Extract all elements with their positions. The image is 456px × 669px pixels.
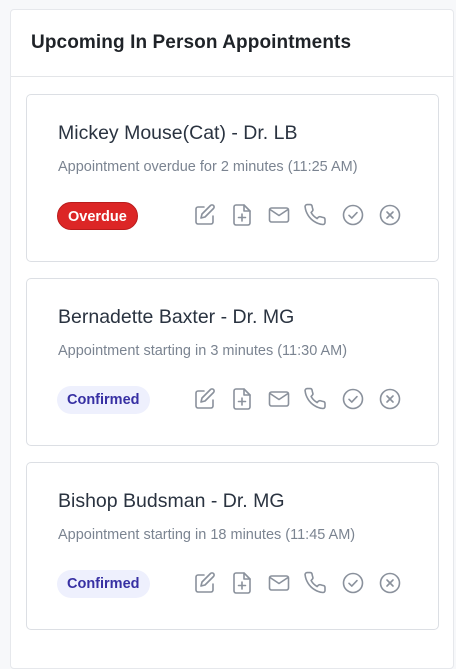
appointment-subtitle: Appointment overdue for 2 minutes (11:25… [58,159,358,175]
cancel-circle-icon[interactable] [378,387,402,411]
mail-icon[interactable] [267,387,291,411]
appointment-card[interactable]: Bernadette Baxter - Dr. MG Appointment s… [26,278,439,446]
appointment-list: Mickey Mouse(Cat) - Dr. LB Appointment o… [26,94,440,646]
appointment-subtitle: Appointment starting in 3 minutes (11:30… [58,343,348,359]
add-document-icon[interactable] [230,387,254,411]
cancel-circle-icon[interactable] [378,203,402,227]
check-circle-icon[interactable] [341,203,365,227]
status-badge: Overdue [57,202,138,230]
edit-icon[interactable] [193,203,217,227]
appointment-subtitle: Appointment starting in 18 minutes (11:4… [58,527,356,543]
appointment-card[interactable]: Bishop Budsman - Dr. MG Appointment star… [26,462,439,630]
edit-icon[interactable] [193,387,217,411]
panel-header: Upcoming In Person Appointments [11,10,453,77]
cancel-circle-icon[interactable] [378,571,402,595]
check-circle-icon[interactable] [341,387,365,411]
appointment-actions [193,387,415,411]
add-document-icon[interactable] [230,571,254,595]
appointment-card[interactable]: Mickey Mouse(Cat) - Dr. LB Appointment o… [26,94,439,262]
mail-icon[interactable] [267,203,291,227]
appointment-title[interactable]: Mickey Mouse(Cat) - Dr. LB [58,122,297,145]
phone-icon[interactable] [304,387,328,411]
edit-icon[interactable] [193,571,217,595]
appointment-title[interactable]: Bernadette Baxter - Dr. MG [58,306,294,329]
check-circle-icon[interactable] [341,571,365,595]
mail-icon[interactable] [267,571,291,595]
phone-icon[interactable] [304,203,328,227]
status-badge: Confirmed [57,570,150,598]
status-badge: Confirmed [57,386,150,414]
appointment-title[interactable]: Bishop Budsman - Dr. MG [58,490,285,513]
panel-title: Upcoming In Person Appointments [31,31,352,53]
appointments-panel: Upcoming In Person Appointments Mickey M… [10,9,454,669]
appointment-actions [193,203,415,227]
add-document-icon[interactable] [230,203,254,227]
phone-icon[interactable] [304,571,328,595]
appointment-actions [193,571,415,595]
